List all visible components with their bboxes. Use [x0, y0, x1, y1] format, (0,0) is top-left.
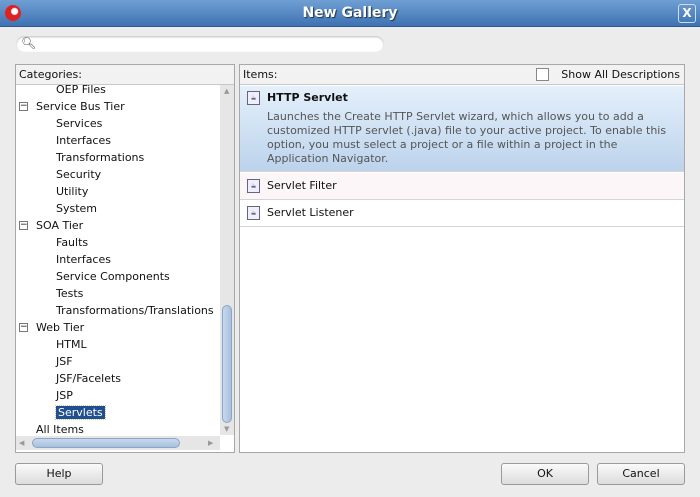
close-button[interactable]: X	[678, 4, 696, 23]
tree-item-label: JSF/Facelets	[56, 372, 122, 385]
window-title: New Gallery	[302, 5, 398, 21]
tree-item-label: Interfaces	[56, 253, 111, 266]
search-input[interactable]: 🔍︎	[16, 36, 384, 52]
servlet-icon: ☕	[247, 91, 260, 105]
item-label: Servlet Filter	[267, 179, 337, 192]
tree-item-label: Interfaces	[56, 134, 111, 147]
vertical-scrollbar[interactable]: ▲ ▼	[220, 85, 234, 435]
tree-item[interactable]: JSF/Facelets	[56, 370, 121, 387]
list-item-servlet-filter[interactable]: ☕ Servlet Filter	[240, 173, 684, 200]
tree-item[interactable]: Web Tier	[36, 319, 84, 336]
tree-item-label: Tests	[56, 287, 84, 300]
ok-button[interactable]: OK	[501, 463, 589, 485]
tree-item-label: Service Bus Tier	[36, 100, 125, 113]
tree-item-label: OEP Files	[56, 83, 106, 96]
tree-item-label: SOA Tier	[36, 219, 84, 232]
items-panel: Items: Show All Descriptions ☕ HTTP Serv…	[239, 64, 685, 453]
collapse-toggle-icon[interactable]: −	[19, 323, 28, 332]
tree-item[interactable]: Servlets	[55, 404, 106, 421]
item-label: Servlet Listener	[267, 206, 354, 219]
categories-panel: Categories: OEP Files Service Bus Tier − Se…	[15, 64, 235, 453]
scroll-thumb[interactable]	[222, 305, 232, 423]
horizontal-scrollbar[interactable]: ◀ ▶	[16, 436, 220, 450]
tree-item-label: Service Components	[56, 270, 170, 283]
tree-item-label: HTML	[56, 338, 87, 351]
tree-item[interactable]: JSF	[56, 353, 73, 370]
categories-label: Categories:	[16, 65, 234, 85]
list-item-servlet-listener[interactable]: ☕ Servlet Listener	[240, 200, 684, 227]
cancel-button[interactable]: Cancel	[597, 463, 685, 485]
help-button[interactable]: Help	[15, 463, 103, 485]
scroll-thumb[interactable]	[32, 438, 180, 448]
search-icon: 🔍︎	[21, 36, 37, 50]
tree-item-label: Security	[56, 168, 102, 181]
collapse-toggle-icon[interactable]: −	[19, 221, 28, 230]
tree-item-label: Utility	[56, 185, 89, 198]
item-description: Launches the Create HTTP Servlet wizard,…	[267, 110, 667, 165]
tree-item-label: JSP	[56, 389, 73, 402]
tree-item[interactable]: Tests	[56, 285, 83, 302]
tree-item[interactable]: Utility	[56, 183, 88, 200]
tree-item-label: JSF	[56, 355, 73, 368]
list-item-http-servlet[interactable]: ☕ HTTP Servlet Launches the Create HTTP …	[240, 86, 684, 172]
tree-item[interactable]: Service Bus Tier	[36, 98, 125, 115]
tree-item[interactable]: Faults	[56, 234, 88, 251]
tree-item[interactable]: HTML	[56, 336, 87, 353]
tree-item-label: Transformations	[56, 151, 145, 164]
tree-item[interactable]: Services	[56, 115, 102, 132]
title-bar: New Gallery X	[0, 0, 700, 27]
servlet-icon: ☕	[247, 206, 260, 220]
tree-item-label: Servlets	[55, 405, 106, 420]
tree-item[interactable]: System	[56, 200, 97, 217]
tree-item-label: Services	[56, 117, 103, 130]
tree-item[interactable]: Transformations	[56, 149, 144, 166]
tree-item-label: All Items	[36, 423, 84, 436]
tree-item[interactable]: Interfaces	[56, 132, 111, 149]
tree-item[interactable]: Service Components	[56, 268, 170, 285]
tree-item[interactable]: SOA Tier	[36, 217, 83, 234]
tree-item-label: System	[56, 202, 98, 215]
tree-item[interactable]: OEP Files	[56, 81, 106, 98]
item-label: HTTP Servlet	[267, 91, 348, 104]
show-all-descriptions-checkbox[interactable]	[536, 68, 549, 81]
collapse-toggle-icon[interactable]: −	[19, 102, 28, 111]
items-header: Items: Show All Descriptions	[240, 65, 684, 85]
show-all-descriptions-label[interactable]: Show All Descriptions	[561, 68, 680, 81]
tree-item[interactable]: Security	[56, 166, 101, 183]
servlet-icon: ☕	[247, 179, 260, 193]
tree-item-label: Web Tier	[36, 321, 85, 334]
items-label: Items:	[243, 68, 278, 81]
tree-item-label: Faults	[56, 236, 89, 249]
tree-item[interactable]: JSP	[56, 387, 73, 404]
tree-item-label: Transformations/Translations	[56, 304, 214, 317]
tree-item[interactable]: Interfaces	[56, 251, 111, 268]
tree-item[interactable]: Transformations/Translations	[56, 302, 214, 319]
